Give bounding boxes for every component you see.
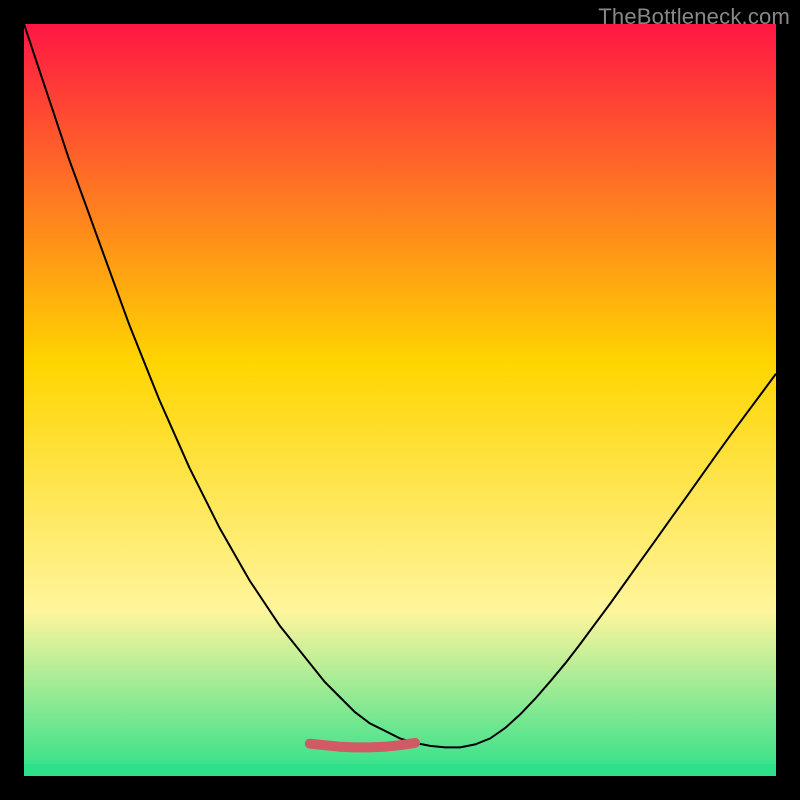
gradient-background — [24, 24, 776, 776]
chart-frame: TheBottleneck.com — [0, 0, 800, 800]
highlight-segment — [310, 743, 415, 748]
baseline-band — [24, 764, 776, 776]
bottleneck-chart-svg — [24, 24, 776, 776]
plot-area — [24, 24, 776, 776]
watermark-text: TheBottleneck.com — [598, 4, 790, 30]
